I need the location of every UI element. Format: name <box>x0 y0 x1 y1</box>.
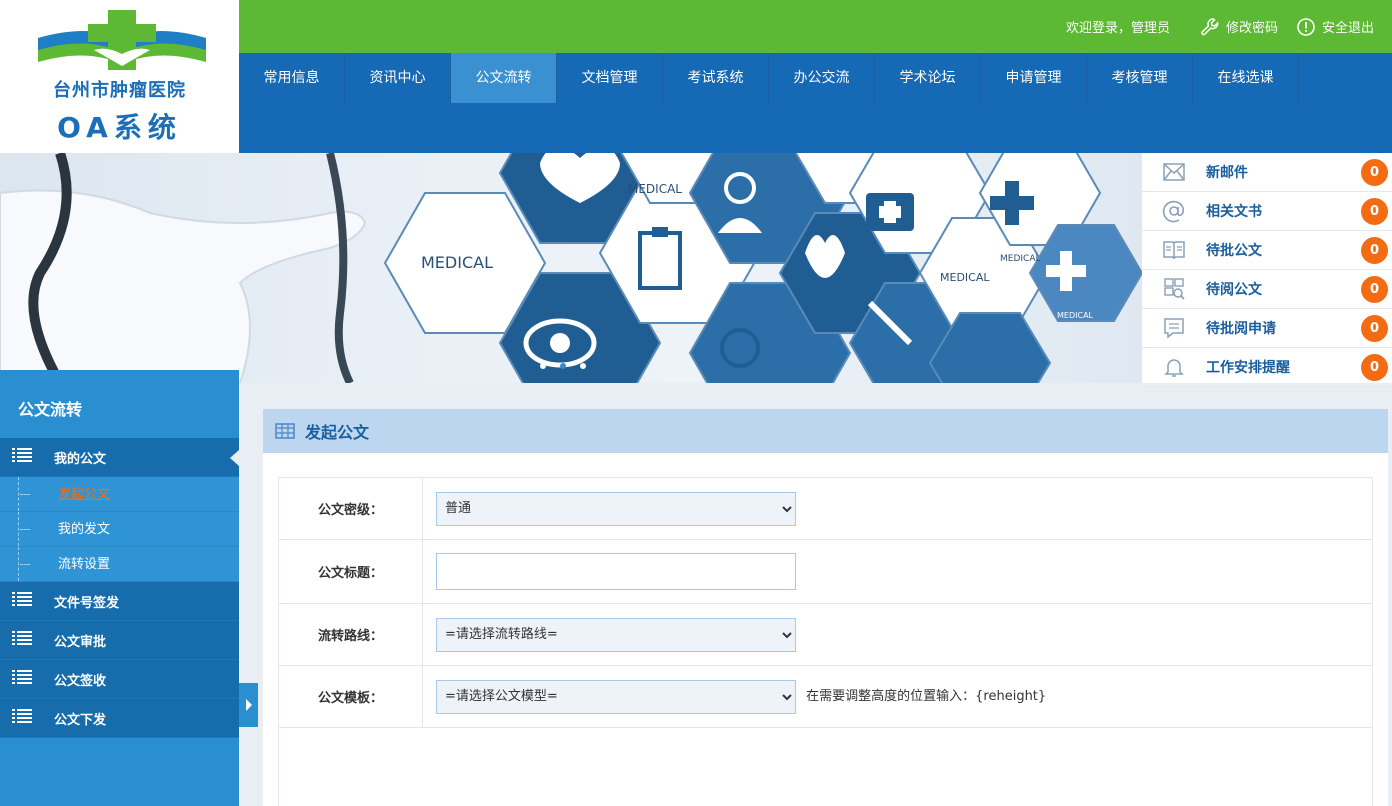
nav-item-news-center[interactable]: 资讯中心 <box>345 53 451 103</box>
top-bar: 欢迎登录，管理员 修改密码 安全退出 <box>239 0 1392 53</box>
list-icon <box>12 631 32 645</box>
notice-pending-applications[interactable]: 待批阅申请 0 <box>1142 309 1392 348</box>
sidebar-group-label: 我的公文 <box>54 451 107 467</box>
notice-label: 工作安排提醒 <box>1206 360 1290 376</box>
notice-related-documents[interactable]: 相关文书 0 <box>1142 192 1392 231</box>
logout-label: 安全退出 <box>1321 21 1374 36</box>
nav-item-archive-management[interactable]: 文档管理 <box>557 53 663 103</box>
banner-dot[interactable] <box>540 363 546 369</box>
notice-label: 待批公文 <box>1206 243 1262 259</box>
title-input[interactable] <box>436 553 796 590</box>
system-name: OA系统 <box>57 111 182 144</box>
notice-count-badge: 0 <box>1361 237 1388 264</box>
at-icon <box>1162 200 1185 223</box>
banner-pagination <box>540 363 586 369</box>
route-label: 流转路线： <box>278 603 423 666</box>
nav-item-document-flow[interactable]: 公文流转 <box>451 53 557 103</box>
nav-item-common-info[interactable]: 常用信息 <box>239 53 345 103</box>
notification-panel: 新邮件 0 相关文书 0 待批公文 0 待阅公文 0 待批阅申请 0 工作安排提… <box>1142 153 1392 387</box>
template-hint: 在需要调整高度的位置输入：{reheight} <box>806 689 1047 704</box>
sidebar-group-label: 公文下发 <box>54 712 107 728</box>
banner-dot[interactable] <box>580 363 586 369</box>
welcome-text: 欢迎登录，管理员 <box>1065 21 1170 36</box>
book-icon <box>1163 241 1185 260</box>
sidebar-submenu: 发起公文 我的发文 流转设置 <box>0 477 239 582</box>
notice-count-badge: 0 <box>1361 198 1388 225</box>
medical-banner-illustration: MEDICAL MEDICAL MEDICAL MEDICAL MEDICAL <box>0 153 1142 383</box>
banner: MEDICAL MEDICAL MEDICAL MEDICAL MEDICAL <box>0 153 1142 383</box>
route-select[interactable]: =请选择流转路线= <box>436 617 796 652</box>
secrecy-label: 公文密级： <box>278 477 423 540</box>
sidebar-title: 公文流转 <box>18 400 83 419</box>
banner-dot-active[interactable] <box>560 363 566 369</box>
nav-item-academic-forum[interactable]: 学术论坛 <box>875 53 981 103</box>
notice-count-badge: 0 <box>1361 159 1388 186</box>
svg-text:MEDICAL: MEDICAL <box>940 271 990 284</box>
alert-circle-icon <box>1297 17 1315 36</box>
nav-item-exam-system[interactable]: 考试系统 <box>663 53 769 103</box>
sidebar-toggle-button[interactable] <box>239 683 258 727</box>
sidebar-group-file-number[interactable]: 文件号签发 <box>0 582 239 621</box>
panel-header: 发起公文 <box>263 409 1388 453</box>
mail-icon <box>1163 163 1185 181</box>
sidebar-group-document-dispatch[interactable]: 公文下发 <box>0 699 239 738</box>
list-icon <box>12 448 32 462</box>
hospital-name: 台州市肿瘤医院 <box>53 80 186 101</box>
sidebar-group-document-approval[interactable]: 公文审批 <box>0 621 239 660</box>
notice-label: 待批阅申请 <box>1206 321 1276 337</box>
message-icon <box>1164 318 1184 339</box>
notice-work-reminder[interactable]: 工作安排提醒 0 <box>1142 348 1392 387</box>
sidebar-group-my-documents[interactable]: 我的公文 <box>0 438 239 477</box>
svg-text:MEDICAL: MEDICAL <box>628 182 682 196</box>
logout-link[interactable]: 安全退出 <box>1296 17 1374 37</box>
notice-count-badge: 0 <box>1361 276 1388 303</box>
notice-pending-approval-docs[interactable]: 待批公文 0 <box>1142 231 1392 270</box>
page-title: 发起公文 <box>305 423 370 442</box>
nav-item-online-course[interactable]: 在线选课 <box>1193 53 1299 103</box>
notice-new-mail[interactable]: 新邮件 0 <box>1142 153 1392 192</box>
notice-count-badge: 0 <box>1361 354 1388 381</box>
search-doc-icon <box>1164 278 1185 300</box>
svg-text:MEDICAL: MEDICAL <box>421 253 493 272</box>
template-select[interactable]: =请选择公文模型= <box>436 679 796 714</box>
notice-label: 新邮件 <box>1206 165 1248 181</box>
bell-icon <box>1164 359 1184 377</box>
nav-item-office-exchange[interactable]: 办公交流 <box>769 53 875 103</box>
change-password-link[interactable]: 修改密码 <box>1200 17 1278 37</box>
wrench-icon <box>1201 17 1219 35</box>
sidebar-group-label: 文件号签发 <box>54 595 120 611</box>
svg-text:MEDICAL: MEDICAL <box>1000 254 1041 264</box>
template-label: 公文模板： <box>278 665 423 728</box>
list-icon <box>12 709 32 723</box>
sidebar: 公文流转 我的公文 发起公文 我的发文 流转设置 文件号签发 公文审批 公文签收… <box>0 370 239 806</box>
change-password-label: 修改密码 <box>1225 21 1278 36</box>
title-label: 公文标题： <box>278 539 423 604</box>
main-panel: 发起公文 公文密级： 普通 公文标题： 流转路线： =请选择流转路线= 公文模板… <box>263 409 1388 806</box>
sidebar-group-label: 公文签收 <box>54 673 107 689</box>
sidebar-group-document-receipt[interactable]: 公文签收 <box>0 660 239 699</box>
sidebar-item-my-sent[interactable]: 我的发文 <box>0 512 239 547</box>
document-form: 公文密级： 普通 公文标题： 流转路线： =请选择流转路线= 公文模板： =请选… <box>278 477 1373 806</box>
sidebar-group-label: 公文审批 <box>54 634 107 650</box>
notice-label: 待阅公文 <box>1206 282 1262 298</box>
main-nav: 常用信息 资讯中心 公文流转 文档管理 考试系统 办公交流 学术论坛 申请管理 … <box>239 53 1392 153</box>
secrecy-select[interactable]: 普通 <box>436 491 796 526</box>
logo: 台州市肿瘤医院 OA系统 <box>0 0 239 153</box>
sidebar-item-create-document[interactable]: 发起公文 <box>0 477 239 512</box>
list-icon <box>12 670 32 684</box>
nav-item-application-management[interactable]: 申请管理 <box>981 53 1087 103</box>
hospital-logo-icon <box>38 10 206 70</box>
nav-item-assessment-management[interactable]: 考核管理 <box>1087 53 1193 103</box>
notice-count-badge: 0 <box>1361 315 1388 342</box>
chevron-right-icon <box>245 699 252 711</box>
svg-text:MEDICAL: MEDICAL <box>1057 311 1094 320</box>
editor-area[interactable] <box>278 727 1373 806</box>
table-icon <box>275 423 295 439</box>
sidebar-item-flow-settings[interactable]: 流转设置 <box>0 547 239 582</box>
list-icon <box>12 592 32 606</box>
notice-label: 相关文书 <box>1206 204 1262 220</box>
notice-pending-read-docs[interactable]: 待阅公文 0 <box>1142 270 1392 309</box>
